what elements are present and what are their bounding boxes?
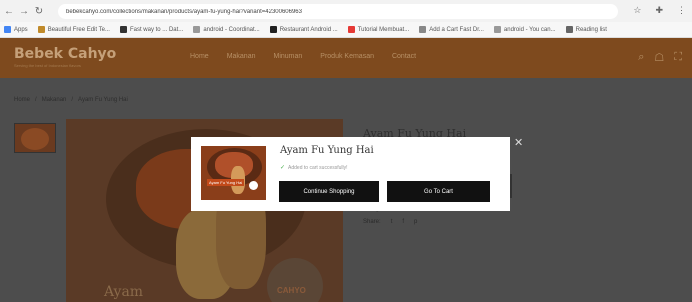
go-to-cart-button[interactable]: Go To Cart xyxy=(387,181,490,202)
search-icon[interactable]: ⌕ xyxy=(638,51,644,64)
forward-icon[interactable]: → xyxy=(18,6,30,17)
browser-toolbar: ← → ↻ bebekcahyo.com/collections/makanan… xyxy=(0,0,692,22)
nav-makanan[interactable]: Makanan xyxy=(227,53,256,60)
thumbnail-food-image xyxy=(21,128,49,150)
reload-icon[interactable]: ↻ xyxy=(33,6,45,17)
breadcrumb-home[interactable]: Home xyxy=(14,97,30,103)
breadcrumb-current: Ayam Fu Yung Hai xyxy=(78,97,128,103)
facebook-icon[interactable]: f xyxy=(402,219,404,225)
breadcrumb: Home / Makanan / Ayam Fu Yung Hai xyxy=(14,97,128,103)
breadcrumb-separator: / xyxy=(35,97,37,103)
brand-logo-text: CAHYO xyxy=(277,286,306,295)
modal-product-image: Ayam Fu Yung Hai xyxy=(201,146,266,200)
check-icon: ✓ xyxy=(280,165,286,171)
brand-badge xyxy=(249,181,258,190)
bookmark-icon xyxy=(419,26,427,33)
continue-shopping-button[interactable]: Continue Shopping xyxy=(279,181,379,202)
bookmark-icon xyxy=(269,26,277,33)
share-row: Share: t f p xyxy=(363,219,417,225)
url-text: bebekcahyo.com/collections/makanan/produ… xyxy=(66,8,302,15)
nav-home[interactable]: Home xyxy=(190,53,209,60)
pinterest-icon[interactable]: p xyxy=(414,219,417,225)
nav-minuman[interactable]: Minuman xyxy=(273,53,302,60)
nav-produk-kemasan[interactable]: Produk Kemasan xyxy=(320,53,374,60)
logo-tagline: Serving the best of Indonesian flavors xyxy=(14,63,81,68)
nav-contact[interactable]: Contact xyxy=(392,53,416,60)
bookmark-icon xyxy=(193,26,201,33)
account-icon[interactable]: ☖ xyxy=(654,51,664,64)
bookmark-icon xyxy=(119,26,127,33)
site-logo[interactable]: Bebek Cahyo xyxy=(14,46,116,62)
bookmarks-bar: Apps Beautiful Free Edit Te... Fast way … xyxy=(0,22,692,38)
main-nav: Home Makanan Minuman Produk Kemasan Cont… xyxy=(190,53,416,60)
browser-actions: ☆ ✚ ⋮ xyxy=(633,5,686,16)
site-header: Bebek Cahyo Serving the best of Indonesi… xyxy=(0,38,692,78)
bookmark-icon xyxy=(37,26,45,33)
bookmark-item[interactable]: android - You can... xyxy=(493,26,556,33)
bookmark-item[interactable]: Add a Cart Fast Dr... xyxy=(419,26,484,33)
added-confirmation: ✓ Added to cart successfully! xyxy=(280,164,348,172)
bookmark-icon xyxy=(347,26,355,33)
added-to-cart-modal: Ayam Fu Yung Hai Ayam Fu Yung Hai ✓ Adde… xyxy=(191,137,510,211)
extensions-icon[interactable]: ✚ xyxy=(655,5,663,16)
image-label: Ayam Fu Yung Hai xyxy=(207,179,245,186)
apps-icon xyxy=(4,26,11,33)
cart-icon[interactable]: ⛶ xyxy=(674,51,682,64)
image-caption: Ayam xyxy=(104,284,144,300)
bookmark-icon xyxy=(493,26,501,33)
close-icon[interactable]: ✕ xyxy=(514,136,523,149)
reading-list-icon xyxy=(565,26,573,33)
bookmark-item[interactable]: Restaurant Android ... xyxy=(269,26,338,33)
brand-logo: CAHYO xyxy=(267,258,323,302)
address-bar[interactable]: bebekcahyo.com/collections/makanan/produ… xyxy=(58,4,618,19)
twitter-icon[interactable]: t xyxy=(391,219,393,225)
bookmark-item[interactable]: Fast way to ... Dat... xyxy=(119,26,183,33)
star-icon[interactable]: ☆ xyxy=(633,5,641,16)
bookmark-item[interactable]: Tutorial Membuat... xyxy=(347,26,409,33)
breadcrumb-makanan[interactable]: Makanan xyxy=(42,97,67,103)
share-label: Share: xyxy=(363,219,381,225)
modal-product-title: Ayam Fu Yung Hai xyxy=(280,145,374,156)
header-actions: ⌕ ☖ ⛶ xyxy=(638,51,682,64)
bookmark-item[interactable]: Reading list xyxy=(565,26,607,33)
bookmark-item[interactable]: android - Coordinat... xyxy=(193,26,260,33)
product-thumbnail[interactable] xyxy=(14,123,56,153)
menu-icon[interactable]: ⋮ xyxy=(677,5,686,16)
breadcrumb-separator: / xyxy=(71,97,74,103)
back-icon[interactable]: ← xyxy=(3,6,15,17)
added-text: Added to cart successfully! xyxy=(288,164,348,171)
bookmark-item[interactable]: Beautiful Free Edit Te... xyxy=(37,26,110,33)
bookmark-item[interactable]: Apps xyxy=(4,26,28,33)
